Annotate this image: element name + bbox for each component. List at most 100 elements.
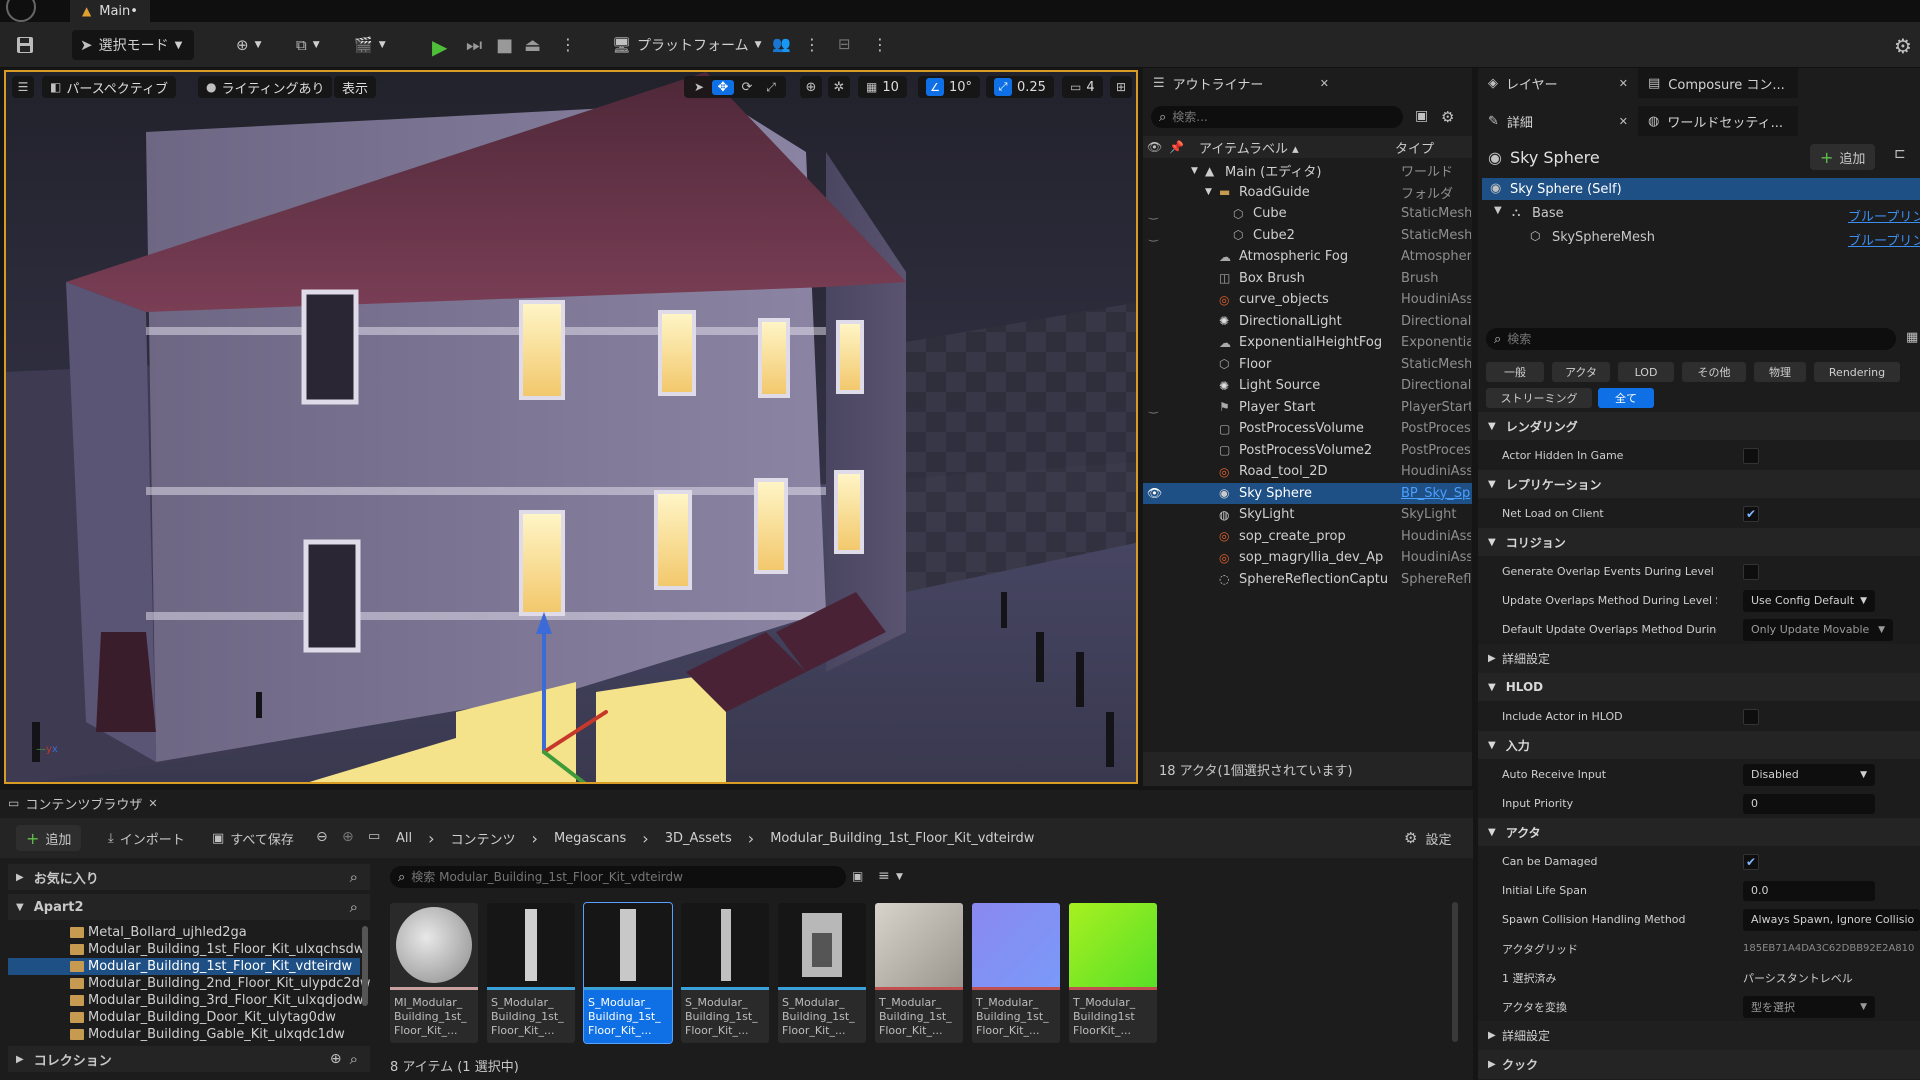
cinematics-button[interactable]: 🎬 ▼ [346, 30, 394, 60]
property-matrix-icon[interactable]: ▦ [1906, 330, 1918, 345]
category-actor[interactable]: ▼ アクタ [1478, 818, 1920, 846]
add-collection-icon[interactable]: ⊕ [330, 1051, 342, 1067]
breadcrumb-item[interactable]: コンテンツ [451, 829, 516, 848]
hidden-eye-icon[interactable]: ‿ [1149, 401, 1158, 414]
back-icon[interactable]: ⊖ [316, 829, 328, 845]
asset-tile[interactable]: S_Modular_ Building_1st_ Floor_Kit_... [778, 903, 866, 1043]
lighting-button[interactable]: ● ライティングあり [198, 76, 333, 98]
chevron-down-icon[interactable]: ▼ [1191, 166, 1198, 176]
import-button[interactable]: ⤓ インポート [108, 825, 185, 851]
blueprint-link[interactable]: ブループリン [1848, 206, 1920, 225]
world-space-icon[interactable]: ⊕ [800, 76, 822, 98]
folder-tree-item[interactable]: Modular_Building_Door_Kit_ulytag0dw [8, 1009, 360, 1026]
breadcrumb-item[interactable]: All [396, 831, 412, 846]
auto-input-dropdown[interactable]: Disabled ▼ [1743, 763, 1875, 786]
outliner-row[interactable]: 👁 ◉ Sky Sphere BP_Sky_Sp [1143, 482, 1472, 504]
add-actor-button[interactable]: ⊕ ▼ [228, 30, 270, 60]
stop-icon[interactable]: ■ [496, 35, 513, 56]
outliner-row[interactable]: ◎ sop_magryllia_dev_Ap HoudiniAss [1143, 547, 1472, 569]
filter-tab[interactable]: その他 [1682, 362, 1746, 382]
level-tab[interactable]: ▲ Main• [70, 0, 150, 22]
component-row-base[interactable]: ▼ ⛬ Base ブループリン [1482, 202, 1920, 225]
net-load-checkbox[interactable]: ✔ [1743, 505, 1759, 522]
breadcrumb-item[interactable]: Megascans [554, 831, 626, 846]
asset-tile[interactable]: S_Modular_ Building_1st_ Floor_Kit_... [681, 903, 769, 1043]
outliner-row[interactable]: ◎ Road_tool_2D HoudiniAss [1143, 461, 1472, 483]
filter-tab[interactable]: 全て [1598, 388, 1654, 408]
favorites-section[interactable]: ▶ お気に入り ⌕ [8, 864, 370, 890]
outliner-row[interactable]: ▼ ▬ RoadGuide フォルダ [1143, 182, 1472, 204]
asset-tile[interactable]: T_Modular_ Building1st FloorKit_... [1069, 903, 1157, 1043]
asset-grid-scrollbar[interactable] [1452, 902, 1458, 1042]
outliner-row[interactable]: ▢ PostProcessVolume2 PostProces [1143, 440, 1472, 462]
details-search[interactable]: ⌕ [1486, 328, 1896, 350]
chevron-down-icon[interactable]: ▼ [1205, 187, 1212, 197]
filter-tab[interactable]: アクタ [1552, 362, 1610, 382]
folder-tree-item[interactable]: Metal_Bollard_ujhled2ga [8, 924, 360, 941]
asset-tile[interactable]: MI_Modular_ Building_1st_ Floor_Kit_... [390, 903, 478, 1043]
play-icon[interactable]: ▶ [432, 35, 447, 59]
folder-tree-item[interactable]: Modular_Building_3rd_Floor_Kit_ulxqdjodw [8, 992, 364, 1009]
category-input[interactable]: ▼ 入力 [1478, 731, 1920, 759]
initial-life-field[interactable]: 0.0 [1743, 880, 1875, 901]
filter-tab[interactable]: ストリーミング [1486, 388, 1592, 408]
details-search-input[interactable] [1507, 332, 1868, 346]
outliner-row[interactable]: ◎ curve_objects HoudiniAss [1143, 289, 1472, 311]
outliner-search[interactable]: ⌕ [1151, 106, 1403, 128]
outliner-tab[interactable]: ☰ アウトライナー ✕ [1143, 68, 1339, 98]
filter-icon[interactable]: ≡ [878, 868, 890, 884]
asset-tile[interactable]: T_Modular_ Building_1st_ Floor_Kit_... [972, 903, 1060, 1043]
more-options-icon[interactable]: ⋮ [804, 35, 820, 54]
search-icon[interactable]: ⌕ [350, 868, 358, 886]
composure-tab[interactable]: ▤ Composure コン... [1638, 68, 1798, 98]
component-row-self[interactable]: ◉ Sky Sphere (Self) [1482, 178, 1920, 200]
folder-tree-item[interactable]: Modular_Building_1st_Floor_Kit_ulxqchsdw [8, 941, 364, 958]
filter-tab[interactable]: 一般 [1486, 362, 1544, 382]
folder-tree-item[interactable]: Modular_Building_2nd_Floor_Kit_ulypdc2dw [8, 975, 371, 992]
camera-speed-button[interactable]: ▭ 4 [1062, 76, 1103, 98]
item-label-column[interactable]: アイテムラベル ▴ [1199, 138, 1299, 157]
settings-gear-icon[interactable]: ⚙ [1441, 108, 1454, 126]
close-icon[interactable]: ✕ [1619, 77, 1628, 90]
category-rendering[interactable]: ▼ レンダリング [1478, 412, 1920, 440]
select-tool-icon[interactable]: ➤ [688, 80, 710, 94]
rotate-tool-icon[interactable]: ⟳ [736, 80, 758, 95]
category-cook[interactable]: ▶ クック [1478, 1050, 1920, 1079]
component-row-mesh[interactable]: ⬡ SkySphereMesh ブループリン [1482, 226, 1920, 249]
outliner-row[interactable]: ✺ Light Source Directionall [1143, 375, 1472, 397]
select-mode-button[interactable]: ➤ 選択モード ▼ [72, 30, 194, 60]
save-all-button[interactable]: ▣ すべて保存 [212, 825, 294, 851]
advanced-collision[interactable]: ▶ 詳細設定 [1478, 644, 1920, 673]
search-icon[interactable]: ⌕ [350, 1050, 358, 1068]
outliner-search-input[interactable] [1172, 110, 1373, 124]
convert-actor-dropdown[interactable]: 型を選択 ▼ [1743, 995, 1875, 1018]
filter-tab[interactable]: 物理 [1754, 362, 1806, 382]
step-icon[interactable]: ⏭ [466, 35, 482, 56]
cut-icon[interactable]: ⊟ [838, 35, 851, 53]
content-settings-button[interactable]: ⚙ 設定 [1404, 825, 1451, 851]
outliner-row[interactable]: ◎ sop_create_prop HoudiniAss [1143, 526, 1472, 548]
outliner-row[interactable]: ☁ ExponentialHeightFog Exponential [1143, 332, 1472, 354]
outliner-row[interactable]: ☁ Atmospheric Fog Atmospheri [1143, 246, 1472, 268]
folder-tree-scrollbar[interactable] [362, 926, 368, 1006]
actor-hidden-checkbox[interactable] [1743, 447, 1759, 464]
update-overlap-dropdown[interactable]: Use Config Default ▼ [1743, 589, 1875, 612]
level-viewport[interactable]: ☰ ◧ パースペクティブ ● ライティングあり 表示 ➤ ✥ ⟳ ⤢ ⊕ ✲ ▦ 10… [4, 70, 1138, 784]
default-overlap-dropdown[interactable]: Only Update Movable ▼ [1743, 618, 1893, 641]
add-folder-icon[interactable]: ▣ [1415, 108, 1428, 124]
details-tab[interactable]: ✎ 詳細 ✕ [1478, 106, 1638, 136]
hidden-eye-icon[interactable]: ‿ [1149, 229, 1158, 242]
outliner-row[interactable]: ‿ ⬡ Cube StaticMesh [1143, 203, 1472, 225]
outliner-row[interactable]: ◫ Box Brush Brush [1143, 268, 1472, 290]
source-control-icon[interactable]: 👥 [772, 35, 791, 53]
search-icon[interactable]: ⌕ [350, 898, 358, 916]
filter-tab[interactable]: LOD [1618, 362, 1674, 382]
show-button[interactable]: 表示 [334, 76, 377, 98]
breadcrumb-separator-icon[interactable]: › [642, 829, 648, 848]
breadcrumb-separator-icon[interactable]: › [532, 829, 538, 848]
visibility-icon[interactable]: 👁 [1147, 486, 1162, 500]
scale-tool-icon[interactable]: ⤢ [760, 80, 782, 95]
layers-tab[interactable]: ◈ レイヤー ✕ [1478, 68, 1638, 98]
content-add-button[interactable]: + 追加 [16, 825, 82, 851]
type-column[interactable]: タイプ [1395, 138, 1434, 157]
